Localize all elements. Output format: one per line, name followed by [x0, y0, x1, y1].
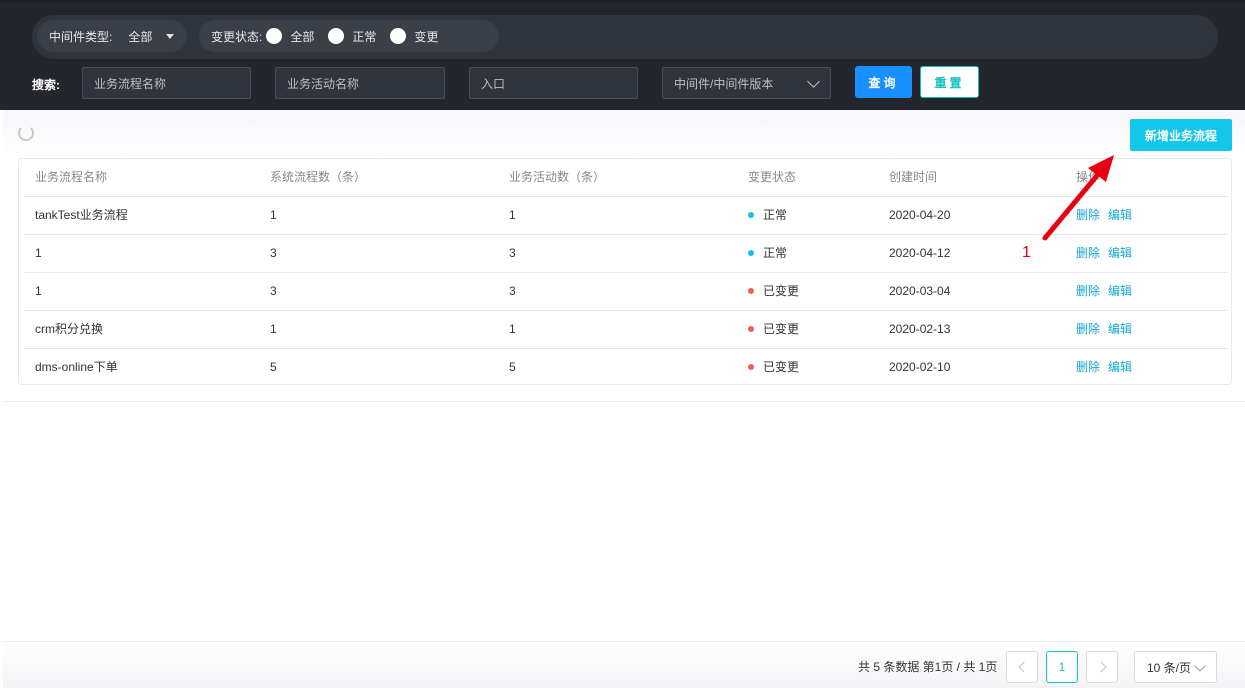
search-label: 搜索: [32, 78, 60, 92]
status-dot-icon [748, 363, 754, 370]
page-1-button[interactable]: 1 [1046, 651, 1078, 683]
status-radio-normal[interactable]: 正常 [328, 28, 376, 45]
row-name: crm积分兑换 [35, 322, 103, 336]
delete-link[interactable]: 删除 [1076, 284, 1100, 298]
row-created: 2020-02-13 [889, 322, 951, 336]
row-name: 1 [35, 246, 42, 260]
row-activities: 3 [509, 284, 516, 298]
query-button[interactable]: 查询 [855, 66, 912, 98]
row-actions: 删除 编辑 [1076, 349, 1140, 387]
row-created: 2020-03-04 [889, 284, 951, 298]
edit-link[interactable]: 编辑 [1108, 322, 1132, 336]
row-actions: 删除 编辑 [1076, 273, 1140, 311]
table-row: crm积分兑换 1 1 已变更 2020-02-13 删除 编辑 [24, 311, 1228, 349]
row-system-flows: 1 [270, 322, 277, 336]
pagination-summary: 共 5 条数据 第1页 / 共 1页 [858, 660, 998, 674]
row-activities: 3 [509, 246, 516, 260]
row-status-text: 已变更 [763, 360, 800, 374]
row-status-text: 已变更 [763, 322, 800, 336]
row-status: 已变更 [748, 273, 799, 311]
chevron-down-icon [1194, 660, 1206, 672]
status-radio-changed[interactable]: 变更 [390, 28, 438, 45]
row-status-text: 已变更 [763, 284, 800, 298]
status-dot-icon [748, 325, 754, 332]
chevron-right-icon [1094, 661, 1107, 673]
row-status: 已变更 [748, 311, 799, 349]
row-activities: 5 [509, 360, 516, 374]
middleware-version-placeholder: 中间件/中间件版本 [674, 76, 774, 91]
activity-name-input[interactable]: 业务活动名称 [275, 67, 445, 99]
row-name: 1 [35, 284, 42, 298]
chevron-left-icon [1017, 661, 1030, 673]
row-created: 2020-02-10 [889, 360, 951, 374]
delete-link[interactable]: 删除 [1076, 360, 1100, 374]
entry-input[interactable]: 入口 [469, 67, 638, 99]
pagination-bar: 共 5 条数据 第1页 / 共 1页 1 10 条/页 [3, 641, 1245, 688]
status-dot-icon [748, 287, 754, 294]
row-name: tankTest业务流程 [35, 208, 128, 222]
reset-button[interactable]: 重置 [920, 66, 979, 98]
next-page-button[interactable] [1086, 651, 1118, 683]
column-header-status: 变更状态 [748, 170, 797, 184]
prev-page-button[interactable] [1006, 651, 1038, 683]
row-status: 正常 [748, 197, 787, 235]
entry-placeholder: 入口 [481, 76, 506, 91]
refresh-icon[interactable] [18, 125, 34, 141]
row-activities: 1 [509, 208, 516, 222]
status-dot-icon [748, 249, 754, 256]
activity-name-placeholder: 业务活动名称 [287, 76, 360, 91]
row-status-text: 正常 [763, 208, 788, 222]
middleware-type-label: 中间件类型: [49, 29, 113, 44]
column-header-name: 业务流程名称 [35, 170, 108, 184]
status-radio-normal-label: 正常 [352, 29, 377, 44]
radio-circle-icon[interactable] [266, 28, 283, 44]
status-radio-all[interactable]: 全部 [266, 28, 314, 45]
middleware-version-select[interactable]: 中间件/中间件版本 [662, 67, 831, 99]
change-status-label: 变更状态: [211, 29, 263, 44]
page-size-value: 10 条/页 [1147, 660, 1192, 675]
row-system-flows: 3 [270, 284, 277, 298]
row-system-flows: 3 [270, 246, 277, 260]
change-status-radio-group: 变更状态: 全部 正常 变更 [199, 20, 499, 52]
annotation-number: 1 [1022, 244, 1031, 261]
row-system-flows: 1 [270, 208, 277, 222]
caret-down-icon [166, 33, 175, 39]
page-size-select[interactable]: 10 条/页 [1134, 651, 1217, 683]
table-row: 1 3 3 已变更 2020-03-04 删除 编辑 [24, 273, 1228, 311]
column-header-created: 创建时间 [889, 170, 938, 184]
row-status: 已变更 [748, 349, 799, 387]
row-actions: 删除 编辑 [1076, 311, 1140, 349]
column-header-activities: 业务活动数（条） [509, 170, 606, 184]
row-system-flows: 5 [270, 360, 277, 374]
table-row: dms-online下单 5 5 已变更 2020-02-10 删除 编辑 [24, 349, 1228, 387]
column-header-system-flows: 系统流程数（条） [270, 170, 367, 184]
row-name: dms-online下单 [35, 360, 118, 374]
radio-circle-icon[interactable] [328, 28, 345, 44]
chevron-down-icon [807, 75, 820, 88]
edit-link[interactable]: 编辑 [1108, 284, 1132, 298]
edit-link[interactable]: 编辑 [1108, 360, 1132, 374]
delete-link[interactable]: 删除 [1076, 322, 1100, 336]
add-business-process-button[interactable]: 新增业务流程 [1130, 119, 1232, 151]
annotation-arrow-icon [1042, 155, 1114, 241]
status-radio-changed-label: 变更 [414, 29, 439, 44]
process-name-input[interactable]: 业务流程名称 [82, 67, 251, 99]
row-created: 2020-04-12 [889, 246, 951, 260]
status-radio-all-label: 全部 [290, 29, 315, 44]
status-dot-icon [748, 211, 754, 218]
process-name-placeholder: 业务流程名称 [94, 76, 167, 91]
radio-circle-icon[interactable] [390, 28, 407, 44]
middleware-type-select[interactable]: 中间件类型: 全部 [37, 20, 187, 52]
middleware-type-value: 全部 [128, 29, 153, 44]
row-created: 2020-04-20 [889, 208, 951, 222]
row-status-text: 正常 [763, 246, 788, 260]
row-activities: 1 [509, 322, 516, 336]
row-status: 正常 [748, 235, 787, 273]
